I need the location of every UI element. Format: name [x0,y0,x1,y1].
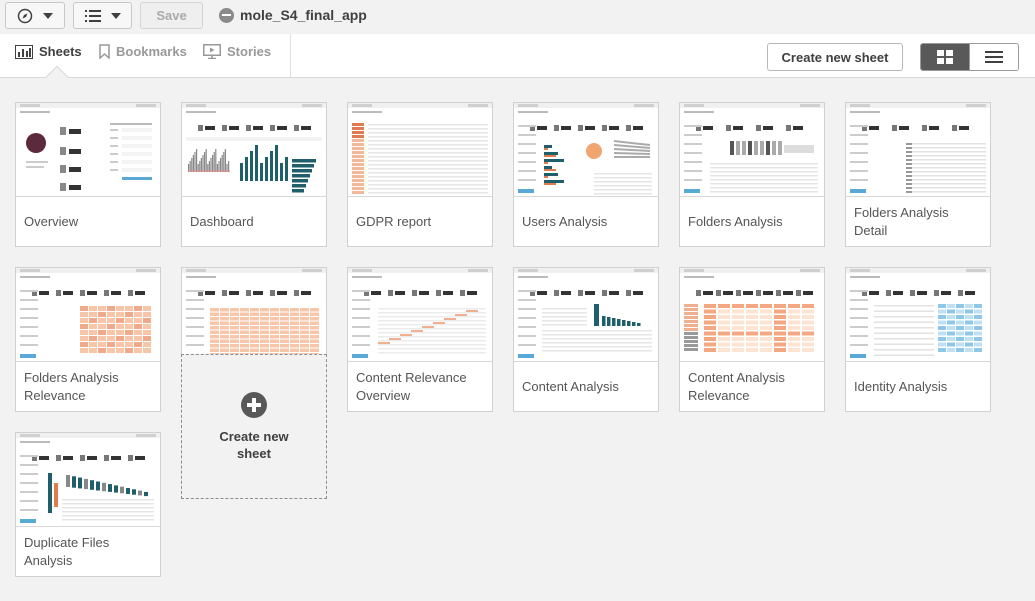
grid-view-button[interactable] [921,44,969,70]
top-toolbar: Save mole_S4_final_app [0,0,1035,34]
sheet-thumbnail-image [348,268,492,358]
create-new-sheet-card[interactable]: Create new sheet [181,354,327,499]
sheet-card[interactable]: Content Analysis Relevance [679,267,825,412]
sheet-card-title: GDPR report [356,213,432,229]
sheet-thumbnail-image [348,103,492,194]
sheet-card[interactable]: Duplicate Files Analysis [15,432,161,577]
sheet-thumbnail [348,268,492,362]
chevron-down-icon [110,12,121,19]
stories-icon [203,44,221,59]
navigation-menu-button[interactable] [5,2,65,29]
sheets-icon [15,44,33,59]
sheet-card[interactable]: GDPR report [347,102,493,247]
sheet-card-title: Folders Analysis [688,213,783,229]
save-button[interactable]: Save [140,2,203,29]
tab-stories[interactable]: Stories [203,44,271,59]
sheet-thumbnail [846,103,990,197]
list-icon [84,9,101,22]
sheet-thumbnail-image [514,103,658,195]
sheet-card-title: Identity Analysis [854,378,948,394]
sheet-thumbnail [182,103,326,197]
sheet-thumbnail-image [182,268,326,358]
tab-bookmarks-label: Bookmarks [116,44,187,59]
sheet-card[interactable]: Folders Analysis Relevance [15,267,161,412]
tab-bookmarks[interactable]: Bookmarks [99,44,187,59]
sheet-thumbnail [16,268,160,362]
sheet-thumbnail [680,103,824,197]
tab-divider [290,34,291,78]
sheet-thumbnail-image [16,433,160,523]
view-toggle [920,43,1019,71]
sheet-card[interactable]: Dashboard [181,102,327,247]
sheet-card-title: Dashboard [190,213,254,229]
sheet-card-title: Content Relevance Overview [356,369,467,403]
sheet-thumbnail [514,103,658,197]
create-new-sheet-card-label: Create new sheet [219,428,289,461]
compass-icon [17,8,33,23]
sheet-card[interactable]: Users Analysis [513,102,659,247]
sheet-card-title: Duplicate Files Analysis [24,534,110,568]
sheet-card[interactable]: Folders Analysis Detail [845,102,991,247]
create-new-sheet-button[interactable]: Create new sheet [767,43,903,71]
bookmark-icon [99,44,110,59]
app-title: mole_S4_final_app [240,7,367,23]
sheet-card-title: Content Analysis Relevance [688,369,785,403]
sheet-card[interactable]: Folders Analysis [679,102,825,247]
sheet-thumbnail-image [680,103,824,193]
tab-stories-label: Stories [227,44,272,59]
sheet-thumbnail [680,268,824,362]
sheet-grid: Overview Dashboard GDPR report Users Analys… [0,78,1035,601]
sheet-list-menu-button[interactable] [73,2,132,29]
tab-sheets-label: Sheets [39,44,82,59]
list-view-button[interactable] [969,44,1018,70]
sheet-thumbnail-image [16,103,160,191]
sheet-card-title: Folders Analysis Relevance [24,369,119,403]
sheet-card[interactable]: Content Relevance Overview [347,267,493,412]
sheet-thumbnail-image [182,103,326,193]
sheet-thumbnail-image [680,268,824,352]
sheet-thumbnail [182,268,326,362]
plus-icon [241,391,267,418]
sheet-card[interactable]: Overview [15,102,161,247]
sheet-thumbnail [16,103,160,197]
sheet-card-title: Overview [24,213,79,229]
app-status-icon [219,8,234,23]
sheet-card-title: Content Analysis [522,378,619,394]
chevron-down-icon [43,12,53,19]
sheet-thumbnail [514,268,658,362]
grid-icon [937,50,953,64]
sheet-card[interactable]: Content Analysis [513,267,659,412]
sheet-card[interactable]: Identity Analysis [845,267,991,412]
sheet-card-title: Folders Analysis Detail [854,204,949,238]
sheet-thumbnail-image [514,268,658,358]
list-view-icon [985,51,1003,63]
sheet-thumbnail-image [846,103,990,193]
tab-sheets[interactable]: Sheets [15,44,82,59]
sheet-card-title: Users Analysis [522,213,608,229]
sheet-thumbnail [16,433,160,527]
asset-tabbar: Sheets Bookmarks Stories Create new shee… [0,34,1035,89]
sheet-thumbnail [348,103,492,197]
sheet-thumbnail-image [846,268,990,358]
sheet-thumbnail-image [16,268,160,358]
sheet-thumbnail [846,268,990,362]
